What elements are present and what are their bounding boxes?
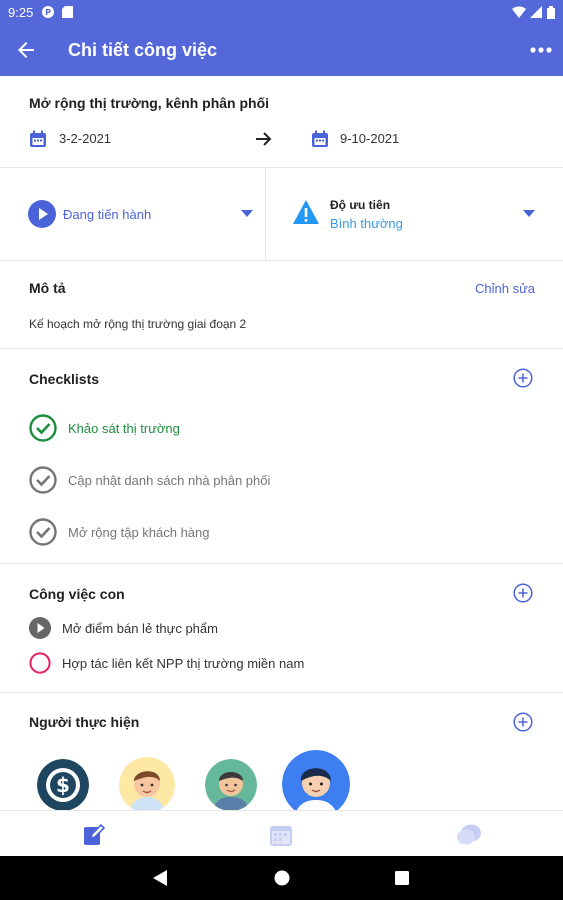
- checklist-item-label: Khảo sát thị trường: [68, 421, 180, 436]
- arrow-right-icon: [256, 132, 272, 146]
- wifi-icon: [512, 6, 526, 18]
- page-title: Chi tiết công việc: [68, 40, 218, 60]
- chevron-down-icon: [241, 210, 253, 217]
- edit-description-link[interactable]: Chỉnh sửa: [475, 281, 535, 296]
- in-progress-icon: [29, 617, 51, 639]
- notification-icon: P: [42, 6, 54, 18]
- home-circle-icon[interactable]: [274, 870, 290, 886]
- more-options-icon[interactable]: [529, 38, 553, 62]
- status-dropdown[interactable]: Đang tiến hành: [0, 168, 265, 260]
- divider: [0, 260, 563, 261]
- check-circle-icon[interactable]: [29, 518, 57, 546]
- end-date[interactable]: 9-10-2021: [340, 131, 399, 146]
- add-assignee-icon[interactable]: [513, 712, 533, 732]
- description-text: Kế hoạch mở rộng thị trường giai đoạn 2: [29, 317, 247, 331]
- task-title: Mở rộng thị trường, kênh phân phối: [29, 95, 270, 111]
- avatar[interactable]: [119, 757, 175, 810]
- avatar[interactable]: [282, 750, 350, 810]
- description-title: Mô tả: [29, 280, 66, 296]
- back-arrow-icon[interactable]: [14, 38, 38, 62]
- subtask-label: Hợp tác liên kết NPP thị trường miền nam: [62, 656, 305, 671]
- subtask-label: Mở điểm bán lẻ thực phẩm: [62, 621, 218, 636]
- app-bar: Chi tiết công việc: [0, 24, 563, 76]
- status-time: 9:25: [8, 5, 34, 20]
- svg-text:$: $: [56, 773, 70, 797]
- calendar-icon: [312, 130, 328, 147]
- svg-text:P: P: [45, 8, 51, 17]
- checklist-item-label: Cập nhật danh sách nhà phân phối: [68, 473, 271, 488]
- edit-note-icon[interactable]: [82, 823, 106, 847]
- divider: [0, 563, 563, 564]
- signal-icon: [530, 6, 542, 18]
- check-circle-icon[interactable]: [29, 466, 57, 494]
- bottom-navigation: [0, 810, 563, 856]
- warning-triangle-icon: [293, 200, 319, 224]
- add-subtask-icon[interactable]: [513, 583, 533, 603]
- play-circle-icon: [28, 200, 56, 228]
- avatar[interactable]: $: [37, 759, 89, 810]
- check-circle-icon[interactable]: [29, 414, 57, 442]
- divider: [0, 348, 563, 349]
- calendar-icon[interactable]: [269, 823, 293, 847]
- start-date[interactable]: 3-2-2021: [59, 131, 111, 146]
- checklist-item-label: Mở rộng tập khách hàng: [68, 525, 210, 540]
- avatar[interactable]: [205, 759, 257, 810]
- sd-card-icon: [62, 6, 73, 18]
- priority-value: Bình thường: [330, 216, 403, 231]
- subtasks-title: Công việc con: [29, 586, 125, 602]
- battery-icon: [547, 6, 555, 19]
- assignees-title: Người thực hiện: [29, 714, 140, 730]
- priority-dropdown[interactable]: Độ ưu tiên Bình thường: [266, 168, 563, 260]
- chat-bubble-icon[interactable]: [456, 823, 482, 847]
- priority-label: Độ ưu tiên: [330, 198, 391, 212]
- status-label: Đang tiến hành: [63, 207, 152, 222]
- system-status-bar: 9:25 P: [0, 0, 563, 24]
- back-triangle-icon[interactable]: [153, 870, 167, 886]
- divider: [0, 692, 563, 693]
- checklists-title: Checklists: [29, 371, 100, 387]
- system-navigation-bar: [0, 856, 563, 900]
- add-checklist-icon[interactable]: [513, 368, 533, 388]
- calendar-icon: [30, 130, 46, 147]
- recents-square-icon[interactable]: [395, 871, 409, 885]
- not-started-circle-icon: [29, 652, 51, 674]
- task-detail-content[interactable]: Mở rộng thị trường, kênh phân phối 3-2-2…: [0, 76, 563, 810]
- chevron-down-icon: [523, 210, 535, 217]
